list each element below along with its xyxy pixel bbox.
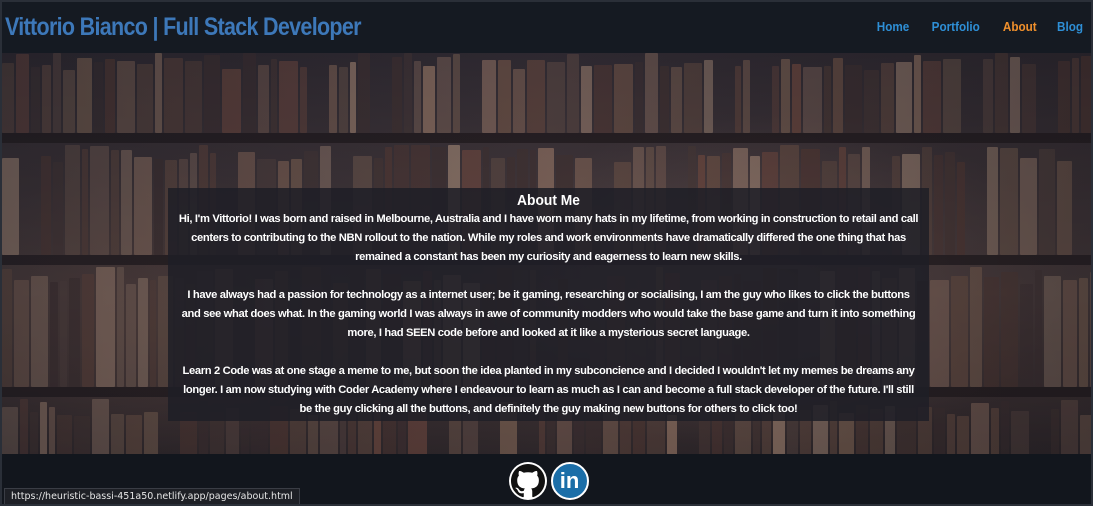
linkedin-logo-text: in (559, 468, 580, 493)
nav-link-portfolio[interactable]: Portfolio (924, 19, 988, 34)
site-header: Vittorio Bianco | Full Stack Developer H… (2, 2, 1091, 53)
nav-link-blog[interactable]: Blog (1049, 19, 1083, 34)
about-section: About Me Hi, I'm Vittorio! I was born an… (168, 188, 929, 421)
github-logo (510, 464, 545, 498)
github-icon[interactable] (508, 462, 547, 500)
linkedin-icon[interactable]: in (550, 462, 589, 500)
about-paragraph-2: I have always had a passion for technolo… (181, 289, 916, 339)
status-bar-url: https://heuristic-bassi-451a50.netlify.a… (4, 488, 300, 504)
page: Vittorio Bianco | Full Stack Developer H… (0, 0, 1093, 506)
site-title[interactable]: Vittorio Bianco | Full Stack Developer (5, 13, 362, 42)
about-paragraph-3: Learn 2 Code was at one stage a meme to … (182, 365, 915, 415)
main-nav: Home Portfolio About Blog (866, 19, 1085, 34)
about-paragraph-1: Hi, I'm Vittorio! I was born and raised … (178, 213, 919, 263)
about-heading: About Me (517, 192, 580, 209)
nav-link-about[interactable]: About (994, 19, 1044, 34)
nav-link-home[interactable]: Home (869, 19, 918, 34)
hero-background-image: About Me Hi, I'm Vittorio! I was born an… (2, 53, 1091, 454)
